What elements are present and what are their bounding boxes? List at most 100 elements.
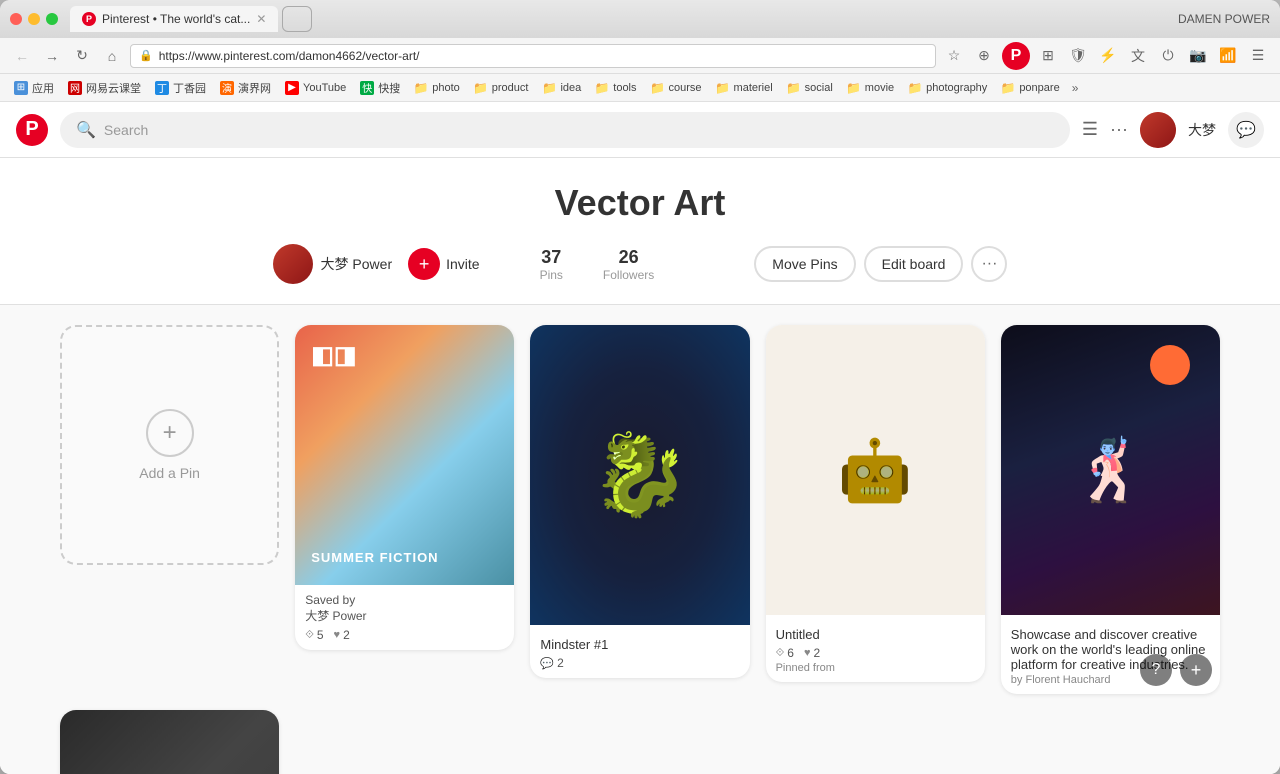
pinterest-nav-icon[interactable]: P xyxy=(1002,42,1030,70)
traffic-lights xyxy=(10,13,58,25)
pin-saved-by-user: 大梦 Power xyxy=(305,607,504,624)
bookmark-tools[interactable]: 📁 tools xyxy=(589,79,642,97)
move-pins-button[interactable]: Move Pins xyxy=(754,246,855,282)
bookmark-apps[interactable]: ⊞ 应用 xyxy=(8,78,60,98)
bookmark-movie[interactable]: 📁 movie xyxy=(841,79,900,97)
minimize-button[interactable] xyxy=(28,13,40,25)
pin-card-bottom[interactable]: 🎭 xyxy=(60,710,279,774)
pin-card-untitled[interactable]: 🤖 Untitled ⟐ 6 ♥ 2 xyxy=(766,325,985,682)
tab-close-icon[interactable]: ✕ xyxy=(256,12,266,26)
power-icon[interactable]: ⏻ xyxy=(1156,44,1180,68)
pin-card-showcase[interactable]: 🕺 Showcase and discover creative work on… xyxy=(1001,325,1220,694)
pin-stats-mindster: 💬 2 xyxy=(540,656,739,670)
messages-icon[interactable]: 💬 xyxy=(1228,112,1264,148)
bookmarks-more-button[interactable]: » xyxy=(1068,79,1083,97)
bookmarks-bar: ⊞ 应用 网 网易云课堂 丁 丁香园 演 演界网 ▶ YouTube 快 快搜 … xyxy=(0,74,1280,102)
user-avatar-image xyxy=(1140,112,1176,148)
pin-art-mindster: 🐉 xyxy=(530,325,749,625)
header-dots-icon[interactable]: ··· xyxy=(1110,119,1128,140)
search-bar[interactable]: 🔍 Search xyxy=(60,112,1070,148)
user-profile[interactable]: 大梦 Power xyxy=(273,244,393,284)
invite-plus-icon: + xyxy=(408,248,440,280)
edit-board-button[interactable]: Edit board xyxy=(864,246,964,282)
bookmark-photography-label: photography xyxy=(926,82,987,94)
photo-folder-icon: 📁 xyxy=(414,81,428,95)
menu-icon[interactable]: ☰ xyxy=(1246,44,1270,68)
screenshot-icon[interactable]: 📷 xyxy=(1186,44,1210,68)
close-button[interactable] xyxy=(10,13,22,25)
bookmark-product[interactable]: 📁 product xyxy=(468,79,535,97)
bookmark-materiel[interactable]: 📁 materiel xyxy=(710,79,779,97)
comments-icon: 💬 xyxy=(540,657,554,670)
grid-icon[interactable]: ⊞ xyxy=(1036,44,1060,68)
figure-art: 🕺 xyxy=(1073,435,1148,506)
bookmark-youtube[interactable]: ▶ YouTube xyxy=(279,79,352,97)
bookmark-ding-label: 丁香园 xyxy=(173,80,206,96)
back-button[interactable]: ← xyxy=(10,44,34,68)
bookmark-yan[interactable]: 演 演界网 xyxy=(214,78,277,98)
bookmark-photo[interactable]: 📁 photo xyxy=(408,79,466,97)
lock-icon: 🔒 xyxy=(139,49,153,62)
header-menu-icon[interactable]: ☰ xyxy=(1082,119,1098,140)
bookmark-social[interactable]: 📁 social xyxy=(781,79,839,97)
nav-bar: ← → ↻ ⌂ 🔒 https://www.pinterest.com/damo… xyxy=(0,38,1280,74)
new-tab-button[interactable] xyxy=(282,6,312,32)
pin-info-button-showcase[interactable]: ? xyxy=(1140,654,1172,686)
add-pin-icon: + xyxy=(146,409,194,457)
pin-card-summer-fiction[interactable]: SUMMER FICTION Saved by 大梦 Power ⟐ 5 ♥ xyxy=(295,325,514,650)
add-pin-card[interactable]: + Add a Pin xyxy=(60,325,279,565)
bookmark-163[interactable]: 网 网易云课堂 xyxy=(62,78,147,98)
bookmark-kuaisou-label: 快搜 xyxy=(378,80,400,96)
more-dots-icon: ··· xyxy=(981,255,997,273)
add-pin-label: Add a Pin xyxy=(139,465,200,481)
home-button[interactable]: ⌂ xyxy=(100,44,124,68)
movie-folder-icon: 📁 xyxy=(847,81,861,95)
pin-source-untitled: Pinned from xyxy=(776,662,975,674)
pin-card-mindster[interactable]: 🐉 Mindster #1 💬 2 xyxy=(530,325,749,678)
forward-button[interactable]: → xyxy=(40,44,64,68)
bookmark-materiel-label: materiel xyxy=(734,82,773,94)
course-folder-icon: 📁 xyxy=(651,81,665,95)
owner-name: 大梦 Power xyxy=(321,254,393,274)
likes-count: 2 xyxy=(343,628,350,642)
bookmark-idea[interactable]: 📁 idea xyxy=(536,79,587,97)
pinterest-logo[interactable]: P xyxy=(16,114,48,146)
user-avatar-header[interactable] xyxy=(1140,112,1176,148)
url-bar[interactable]: 🔒 https://www.pinterest.com/damon4662/ve… xyxy=(130,44,936,68)
shield-icon[interactable]: 🛡 xyxy=(1066,44,1090,68)
pin-comments-stat: 💬 2 xyxy=(540,656,563,670)
extensions-icon[interactable]: ⊕ xyxy=(972,44,996,68)
user-name-header[interactable]: 大梦 xyxy=(1188,120,1216,140)
pin-add-button-showcase[interactable]: + xyxy=(1180,654,1212,686)
pin-likes-stat: ♥ 2 xyxy=(334,628,350,642)
apps-bm-icon: ⊞ xyxy=(14,81,28,95)
bookmark-course[interactable]: 📁 course xyxy=(645,79,708,97)
bookmark-163-label: 网易云课堂 xyxy=(86,80,141,96)
saves-count: 5 xyxy=(317,628,324,642)
bookmark-ponpare[interactable]: 📁 ponpare xyxy=(995,79,1065,97)
bookmark-movie-label: movie xyxy=(865,82,894,94)
vpn-icon[interactable]: ⚡ xyxy=(1096,44,1120,68)
pin-info-untitled: Untitled ⟐ 6 ♥ 2 Pinned from xyxy=(766,615,985,682)
maximize-button[interactable] xyxy=(46,13,58,25)
followers-label: Followers xyxy=(603,268,654,282)
dragon-art: 🐉 xyxy=(590,428,690,522)
title-bar: P Pinterest • The world's cat... ✕ DAMEN… xyxy=(0,0,1280,38)
board-meta-left: 大梦 Power + Invite xyxy=(273,244,480,284)
pinterest-header: P 🔍 Search ☰ ··· 大梦 💬 xyxy=(0,102,1280,158)
bookmark-tools-label: tools xyxy=(613,82,636,94)
wifi-icon[interactable]: 📶 xyxy=(1216,44,1240,68)
active-tab[interactable]: P Pinterest • The world's cat... ✕ xyxy=(70,6,278,32)
translate-icon[interactable]: 文 xyxy=(1126,44,1150,68)
refresh-button[interactable]: ↻ xyxy=(70,44,94,68)
pin-stats-untitled: ⟐ 6 ♥ 2 xyxy=(776,646,975,660)
bookmark-ding[interactable]: 丁 丁香园 xyxy=(149,78,212,98)
tab-favicon: P xyxy=(82,12,96,26)
more-options-button[interactable]: ··· xyxy=(971,246,1007,282)
saves-icon-3: ⟐ xyxy=(776,647,785,660)
bookmark-kuaisou[interactable]: 快 快搜 xyxy=(354,78,406,98)
tab-area: P Pinterest • The world's cat... ✕ xyxy=(70,6,1178,32)
invite-button[interactable]: + Invite xyxy=(408,248,479,280)
bookmark-star-icon[interactable]: ☆ xyxy=(942,44,966,68)
bookmark-photography[interactable]: 📁 photography xyxy=(902,79,993,97)
